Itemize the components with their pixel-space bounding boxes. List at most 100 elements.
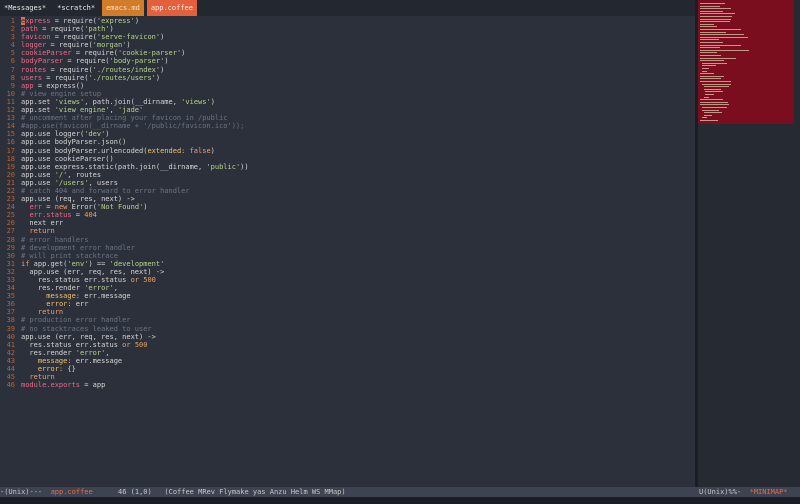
code-line[interactable]: 38 # production error handler	[0, 316, 695, 324]
minimap-line	[700, 23, 714, 25]
code-line[interactable]: 22 # catch 404 and forward to error handl…	[0, 187, 695, 195]
code-line[interactable]: 41 res.status err.status or 500	[0, 341, 695, 349]
code-line[interactable]: 15 app.use logger('dev')	[0, 130, 695, 138]
code-line[interactable]: 30 # will print stacktrace	[0, 252, 695, 260]
line-number: 8	[10, 73, 15, 82]
code-line[interactable]: 29 # development error handler	[0, 244, 695, 252]
code-token: 'body-parser'	[109, 57, 165, 66]
code-line[interactable]: 43 message: err.message	[0, 357, 695, 365]
code-line[interactable]: 39 # no stacktraces leaked to user	[0, 325, 695, 333]
minimap-line	[703, 114, 712, 116]
code-token: app.use logger(	[21, 130, 85, 139]
code-token: err.message	[71, 356, 123, 365]
mode-line-encoding: -(Unix)---	[0, 488, 51, 496]
code-token: app.use (err, req, res, next) ->	[21, 332, 156, 341]
code-line[interactable]: 28 # error handlers	[0, 236, 695, 244]
code-token: './routes/users'	[88, 73, 156, 82]
line-number: 19	[6, 162, 15, 171]
line-number: 26	[6, 219, 15, 228]
code-line[interactable]: 35 message: err.message	[0, 292, 695, 300]
code-line[interactable]: 40 app.use (err, req, res, next) ->	[0, 333, 695, 341]
code-token: logger	[21, 41, 47, 50]
code-line[interactable]: 1 express = require('express')	[0, 17, 695, 25]
minimap-line	[703, 112, 722, 114]
line-number: 27	[6, 227, 15, 236]
tab-app-coffee[interactable]: app.coffee	[146, 0, 197, 16]
code-line[interactable]: 2 path = require('path')	[0, 25, 695, 33]
code-token: )	[105, 130, 110, 139]
code-text: app.use (req, res, next) ->	[21, 195, 135, 203]
code-line[interactable]: 20 app.use '/', routes	[0, 171, 695, 179]
code-line[interactable]: 8 users = require('./routes/users')	[0, 74, 695, 82]
code-line[interactable]: 24 err = new Error('Not Found')	[0, 203, 695, 211]
minimap-viewport[interactable]	[698, 0, 794, 124]
code-token: return	[37, 308, 64, 317]
code-token: routes	[21, 65, 47, 74]
code-line[interactable]: 23 app.use (req, res, next) ->	[0, 195, 695, 203]
line-number: 6	[10, 57, 15, 66]
code-token: )	[143, 203, 148, 212]
minimap-line	[700, 36, 748, 38]
mode-line-modes[interactable]: (Coffee MRev Flymake yas Anzu Helm WS MM…	[164, 487, 345, 497]
code-token: err	[29, 203, 43, 212]
echo-area[interactable]	[0, 497, 800, 504]
tab-emacs-md[interactable]: emacs.md	[102, 0, 144, 16]
code-line[interactable]: 32 app.use (err, req, res, next) ->	[0, 268, 695, 276]
code-token: cookieParser	[21, 49, 72, 58]
code-line[interactable]: 7 routes = require('./routes/index')	[0, 66, 695, 74]
code-line[interactable]: 5 cookieParser = require('cookie-parser')	[0, 49, 695, 57]
code-token: err	[71, 300, 89, 309]
code-line[interactable]: 10 # view engine setup	[0, 90, 695, 98]
code-token: app.set	[21, 97, 55, 106]
code-line[interactable]: 3 favicon = require('serve-favicon')	[0, 33, 695, 41]
code-line[interactable]: 37 return	[0, 308, 695, 316]
line-number: 15	[6, 130, 15, 139]
code-line[interactable]: 14 #app.use(favicon(__dirname + '/public/…	[0, 122, 695, 130]
code-token: )	[160, 65, 165, 74]
minimap-line	[700, 55, 721, 56]
code-line[interactable]: 46 module.exports = app	[0, 381, 695, 389]
line-number: 43	[6, 356, 15, 365]
code-line[interactable]: 34 res.render 'error',	[0, 284, 695, 292]
minimap-line	[705, 91, 724, 93]
minimap-buffer-name[interactable]: *MINIMAP*	[750, 487, 788, 497]
tab-messages[interactable]: *Messages*	[0, 0, 50, 16]
code-line[interactable]: 21 app.use '/users', users	[0, 179, 695, 187]
line-number: 46	[6, 381, 15, 390]
code-line[interactable]: 9 app = express()	[0, 82, 695, 90]
code-line[interactable]: 42 res.render 'error',	[0, 349, 695, 357]
code-text: #app.use(favicon(__dirname + '/public/fa…	[21, 122, 244, 130]
minimap-line	[700, 44, 742, 46]
mode-line-buffer-name[interactable]: app.coffee	[51, 487, 93, 497]
line-number: 37	[6, 308, 15, 317]
code-line[interactable]: 17 app.use bodyParser.urlencoded(extended…	[0, 147, 695, 155]
editor-pane[interactable]: 1 express = require('express') 2 path = req…	[0, 17, 695, 487]
code-line[interactable]: 31 if app.get('env') == 'development'	[0, 260, 695, 268]
code-line[interactable]: 18 app.use cookieParser()	[0, 155, 695, 163]
code-line[interactable]: 36 error: err	[0, 300, 695, 308]
code-line[interactable]: 27 return	[0, 227, 695, 235]
code-line[interactable]: 16 app.use bodyParser.json()	[0, 138, 695, 146]
mode-line-left: -(Unix)--- app.coffee 46 (1,0) (Coffee M…	[0, 487, 695, 497]
code-token: 'views'	[54, 97, 85, 106]
code-line[interactable]: 25 err.status = 404	[0, 211, 695, 219]
code-line[interactable]: 6 bodyParser = require('body-parser')	[0, 57, 695, 65]
minimap-line	[700, 49, 749, 51]
code-token: '/users'	[54, 178, 89, 187]
minimap-pane[interactable]	[698, 0, 800, 487]
code-line[interactable]: 45 return	[0, 373, 695, 381]
minimap-line	[700, 78, 721, 80]
code-line[interactable]: 12 app.set 'view engine', 'jade'	[0, 106, 695, 114]
code-text: app.use logger('dev')	[21, 130, 110, 138]
code-line[interactable]: 33 res.status err.status or 500	[0, 276, 695, 284]
code-line[interactable]: 19 app.use express.static(path.join(__dir…	[0, 163, 695, 171]
code-line[interactable]: 4 logger = require('morgan')	[0, 41, 695, 49]
code-token: path	[21, 25, 38, 34]
code-line[interactable]: 11 app.set 'views', path.join(__dirname, …	[0, 98, 695, 106]
code-line[interactable]: 26 next err	[0, 219, 695, 227]
tab-scratch[interactable]: *scratch*	[53, 0, 99, 16]
code-text: express = require('express')	[21, 17, 139, 25]
code-line[interactable]: 13 # uncomment after placing your favicon…	[0, 114, 695, 122]
code-line[interactable]: 44 error: {}	[0, 365, 695, 373]
